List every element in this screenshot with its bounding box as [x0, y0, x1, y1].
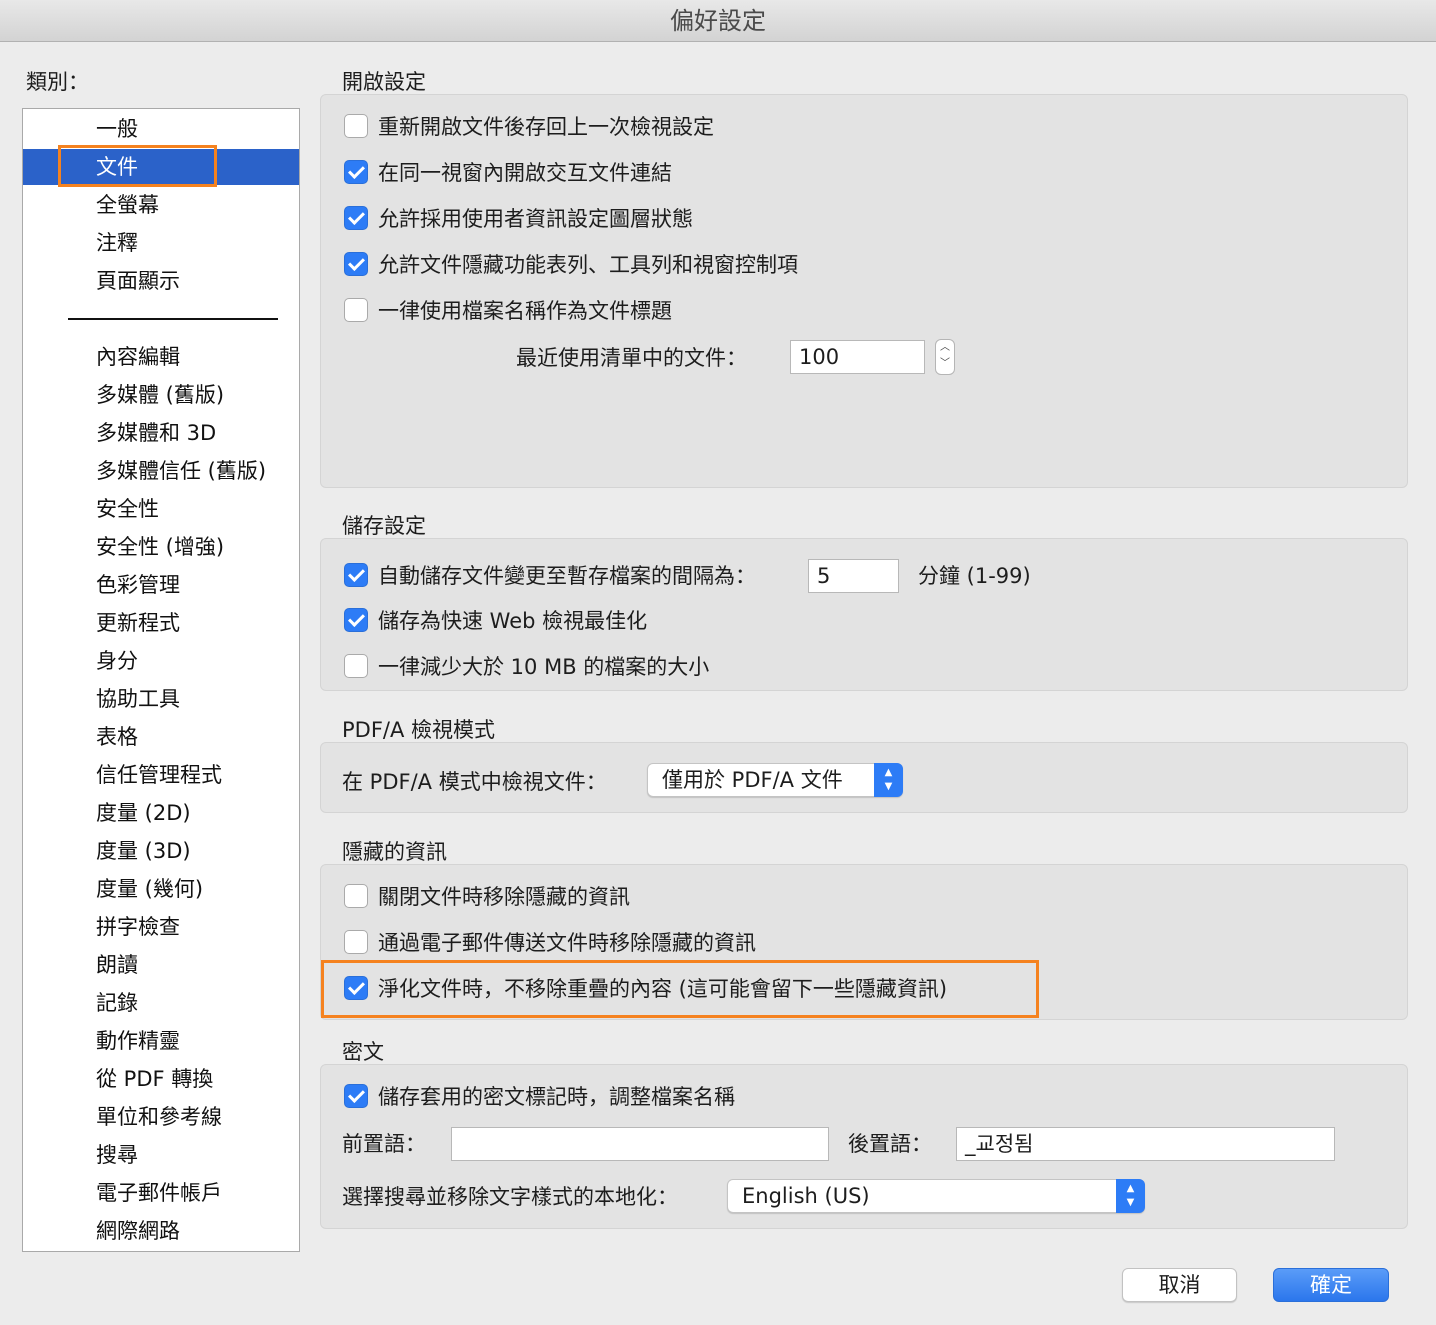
checkbox[interactable]	[344, 654, 368, 678]
checkbox-row[interactable]: 儲存為快速 Web 檢視最佳化	[344, 606, 647, 636]
checkbox-row-autosave[interactable]: 自動儲存文件變更至暫存檔案的間隔為：	[344, 561, 756, 591]
section-title-save-settings: 儲存設定	[342, 514, 426, 538]
category-item[interactable]: 網際網路	[23, 1213, 299, 1249]
checkbox[interactable]	[344, 114, 368, 138]
category-item[interactable]: 多媒體和 3D	[23, 415, 299, 451]
checkbox-row[interactable]: 一律使用檔案名稱作為文件標題	[344, 296, 672, 326]
checkbox-row[interactable]: 關閉文件時移除隱藏的資訊	[344, 882, 630, 912]
checkbox-row[interactable]: 一律減少大於 10 MB 的檔案的大小	[344, 652, 709, 682]
category-item[interactable]: 多媒體 (舊版)	[23, 377, 299, 413]
category-item[interactable]: 協助工具	[23, 681, 299, 717]
category-item[interactable]: 搜尋	[23, 1137, 299, 1173]
category-item[interactable]: 朗讀	[23, 947, 299, 983]
suffix-input[interactable]: _교정됨	[956, 1127, 1335, 1161]
category-label: 類別：	[26, 70, 89, 94]
category-item-full-screen[interactable]: 全螢幕	[23, 187, 299, 223]
checkbox[interactable]	[344, 884, 368, 908]
category-item[interactable]: 拼字檢查	[23, 909, 299, 945]
checkbox-row[interactable]: 通過電子郵件傳送文件時移除隱藏的資訊	[344, 928, 756, 958]
checkbox-row[interactable]: 允許採用使用者資訊設定圖層狀態	[344, 204, 693, 234]
category-item[interactable]: 電子郵件帳戶	[23, 1175, 299, 1211]
category-item[interactable]: 從 PDF 轉換	[23, 1061, 299, 1097]
recent-files-label: 最近使用清單中的文件：	[516, 346, 747, 370]
ok-button[interactable]: 確定	[1273, 1268, 1389, 1302]
checkbox[interactable]	[344, 930, 368, 954]
category-item-commenting[interactable]: 注釋	[23, 225, 299, 261]
checkbox-row[interactable]: 重新開啟文件後存回上一次檢視設定	[344, 112, 714, 142]
category-item[interactable]: 更新程式	[23, 605, 299, 641]
category-item[interactable]: 記錄	[23, 985, 299, 1021]
checkbox[interactable]	[344, 1084, 368, 1108]
checkbox[interactable]	[344, 608, 368, 632]
checkbox-row-sanitize[interactable]: 淨化文件時，不移除重疊的內容 (這可能會留下一些隱藏資訊)	[344, 974, 947, 1004]
section-title-hidden-info: 隱藏的資訊	[342, 840, 447, 864]
category-list[interactable]: 一般 文件 全螢幕 注釋 頁面顯示 內容編輯 多媒體 (舊版) 多媒體和 3D …	[22, 108, 300, 1252]
checkbox[interactable]	[344, 298, 368, 322]
locale-select[interactable]: English (US) ▲ ▼	[727, 1179, 1145, 1213]
checkbox[interactable]	[344, 563, 368, 587]
category-item[interactable]: 度量 (3D)	[23, 833, 299, 869]
checkbox-row[interactable]: 在同一視窗內開啟交互文件連結	[344, 158, 672, 188]
select-arrows-icon: ▲ ▼	[1116, 1179, 1145, 1213]
checkbox[interactable]	[344, 976, 368, 1000]
prefix-input[interactable]	[451, 1127, 829, 1161]
recent-files-input[interactable]: 100	[790, 340, 925, 374]
category-item[interactable]: 度量 (2D)	[23, 795, 299, 831]
checkbox[interactable]	[344, 252, 368, 276]
section-title-pdfa: PDF/A 檢視模式	[342, 718, 496, 742]
category-item[interactable]: 安全性 (增強)	[23, 529, 299, 565]
pdfa-mode-select[interactable]: 僅用於 PDF/A 文件 ▲ ▼	[647, 763, 903, 797]
category-item[interactable]: 單位和參考線	[23, 1099, 299, 1135]
recent-files-stepper[interactable]: ︿ ﹀	[935, 339, 955, 375]
category-item[interactable]: 度量 (幾何)	[23, 871, 299, 907]
autosave-unit-label: 分鐘 (1-99)	[918, 564, 1031, 588]
suffix-label: 後置語：	[848, 1132, 932, 1156]
chevron-up-icon[interactable]: ︿	[936, 340, 954, 356]
category-item[interactable]: 信任管理程式	[23, 757, 299, 793]
section-title-open-settings: 開啟設定	[342, 70, 426, 94]
category-item-page-display[interactable]: 頁面顯示	[23, 263, 299, 299]
category-item[interactable]: 表格	[23, 719, 299, 755]
category-item-documents[interactable]: 文件	[23, 149, 299, 185]
category-item[interactable]: 身分	[23, 643, 299, 679]
category-item-general[interactable]: 一般	[23, 111, 299, 147]
chevron-down-icon[interactable]: ﹀	[936, 356, 954, 372]
checkbox[interactable]	[344, 160, 368, 184]
locale-label: 選擇搜尋並移除文字樣式的本地化：	[342, 1185, 678, 1209]
category-item[interactable]: 內容編輯	[23, 339, 299, 375]
pdfa-mode-label: 在 PDF/A 模式中檢視文件：	[342, 770, 607, 794]
checkbox-row[interactable]: 儲存套用的密文標記時，調整檔案名稱	[344, 1082, 735, 1112]
select-arrows-icon: ▲ ▼	[874, 763, 903, 797]
category-item[interactable]: 色彩管理	[23, 567, 299, 603]
cancel-button[interactable]: 取消	[1122, 1268, 1237, 1302]
category-item[interactable]: 動作精靈	[23, 1023, 299, 1059]
category-item[interactable]: 多媒體信任 (舊版)	[23, 453, 299, 489]
checkbox-row[interactable]: 允許文件隱藏功能表列、工具列和視窗控制項	[344, 250, 798, 280]
section-title-redaction: 密文	[342, 1040, 384, 1064]
window-title: 偏好設定	[0, 0, 1436, 42]
checkbox[interactable]	[344, 206, 368, 230]
category-divider	[68, 318, 278, 320]
group-open-settings	[320, 94, 1408, 488]
category-item[interactable]: 安全性	[23, 491, 299, 527]
autosave-interval-input[interactable]: 5	[808, 559, 899, 593]
prefix-label: 前置語：	[342, 1132, 426, 1156]
